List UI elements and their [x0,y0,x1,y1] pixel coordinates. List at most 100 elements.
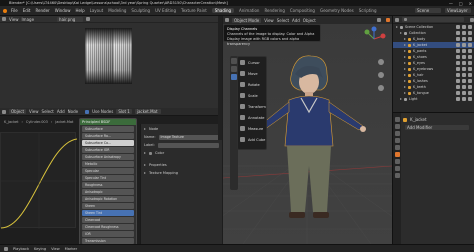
node-editor-type-icon[interactable] [2,109,6,114]
pan-icon[interactable] [378,72,384,78]
filter-icon[interactable] [456,97,460,101]
maximize-button[interactable]: □ [459,1,463,6]
eye-icon[interactable] [462,73,466,77]
close-button[interactable]: ✕ [469,1,472,6]
principled-bsdf-node[interactable]: Principled BSDF Subsurface Subsurface Ra.… [79,118,137,246]
eye-icon[interactable] [462,91,466,95]
bsdf-property-row[interactable]: Subsurface Co... [82,140,134,146]
workspace-tab-animation[interactable]: Animation [239,8,259,13]
outliner-type-icon[interactable] [395,17,399,22]
expand-triangle-icon[interactable] [396,26,398,28]
tool-menu-item-move[interactable]: Move [238,68,266,79]
workspace-tab-texture-paint[interactable]: Texture Paint [181,8,207,13]
filter-icon[interactable] [456,49,460,53]
blender-logo-icon[interactable] [3,8,7,13]
outliner-row[interactable]: Light [393,96,474,102]
node-color-row[interactable]: Color [144,150,219,156]
eye-icon[interactable] [462,97,466,101]
expand-triangle-icon[interactable] [404,68,406,70]
add-modifier-button[interactable]: Add Modifier [405,125,469,130]
camera-icon[interactable] [468,31,472,35]
properties-section-header[interactable]: Properties [144,162,219,168]
eye-icon[interactable] [462,79,466,83]
workspace-tab-sculpting[interactable]: Sculpting [131,8,150,13]
image-view-menu[interactable]: View [9,17,19,22]
node-add-menu[interactable]: Add [57,109,65,114]
tool-menu-item-measure[interactable]: Measure [238,123,266,134]
tool-menu-item-transform[interactable]: Transform [238,101,266,112]
node-sidebar-tabs[interactable] [218,16,222,140]
bsdf-property-row[interactable]: Anisotropic [82,189,134,195]
bsdf-property-row[interactable]: Clearcoat Roughness [82,224,134,230]
camera-icon[interactable] [468,37,472,41]
filter-icon[interactable] [456,25,460,29]
node-view-menu[interactable]: View [29,109,39,114]
viewport-add-menu[interactable]: Add [292,18,300,23]
workspace-tab-modeling[interactable]: Modeling [108,8,126,13]
render-tab-icon[interactable] [394,124,400,129]
menu-file[interactable]: File [11,8,18,13]
bsdf-property-row[interactable]: Sheen [82,203,134,209]
tool-menu-item-add-cube[interactable]: Add Cube [238,134,266,145]
menu-window[interactable]: Window [55,8,71,13]
expand-triangle-icon[interactable] [404,86,406,88]
menu-render[interactable]: Render [35,8,49,13]
camera-icon[interactable] [468,25,472,29]
eye-icon[interactable] [462,85,466,89]
timeline-type-icon[interactable] [4,246,8,251]
tool-menu-item-scale[interactable]: Scale [238,90,266,101]
eye-icon[interactable] [462,31,466,35]
viewport-view-menu[interactable]: View [264,18,274,23]
physics-tab-icon[interactable] [394,166,400,171]
tool-menu-item-cursor[interactable]: Cursor [238,57,266,68]
camera-icon[interactable] [468,61,472,65]
eye-icon[interactable] [462,67,466,71]
timeline-keying-menu[interactable]: Keying [34,247,46,251]
filter-icon[interactable] [470,17,474,22]
camera-icon[interactable] [468,67,472,71]
filter-icon[interactable] [456,37,460,41]
expand-triangle-icon[interactable] [404,44,406,46]
workspace-tab-compositing[interactable]: Compositing [290,8,315,13]
viewport-editor-type-icon[interactable] [225,18,229,22]
camera-icon[interactable] [468,55,472,59]
eye-icon[interactable] [462,49,466,53]
viewport-select-menu[interactable]: Select [277,18,289,23]
output-tab-icon[interactable] [394,131,400,136]
filter-icon[interactable] [456,43,460,47]
shading-mode-icon[interactable] [377,18,381,22]
use-nodes-checkbox[interactable] [85,109,90,114]
workspace-tab-rendering[interactable]: Rendering [264,8,284,13]
bsdf-property-row[interactable]: Specular Tint [82,175,134,181]
eye-icon[interactable] [462,43,466,47]
filter-icon[interactable] [456,91,460,95]
workspace-tab-layout[interactable]: Layout [90,8,104,13]
view-layer-selector[interactable]: ViewLayer [445,8,471,13]
scene-tab-icon[interactable] [394,138,400,143]
expand-triangle-icon[interactable] [404,38,406,40]
filter-icon[interactable] [456,73,460,77]
navigation-gizmo[interactable] [361,26,387,52]
particles-tab-icon[interactable] [394,159,400,164]
expand-triangle-icon[interactable] [400,32,402,34]
bsdf-property-row[interactable]: Subsurface IOR [82,147,134,153]
zoom-icon[interactable] [378,59,384,65]
timeline-playback-menu[interactable]: Playback [13,247,29,251]
camera-icon[interactable] [468,97,472,101]
tool-menu-item-annotate[interactable]: Annotate [238,112,266,123]
camera-icon[interactable] [468,91,472,95]
node-object-dropdown[interactable]: Object [9,109,27,114]
bsdf-property-row[interactable]: Specular [82,168,134,174]
eye-icon[interactable] [462,25,466,29]
material-preview-icon[interactable] [386,18,390,22]
image-selector[interactable]: hair.png [57,16,84,22]
expand-triangle-icon[interactable] [404,74,406,76]
workspace-tab-uv-editing[interactable]: UV Editing [155,8,176,13]
bsdf-property-row[interactable]: Subsurface [82,126,134,132]
node-select-menu[interactable]: Select [42,109,54,114]
camera-icon[interactable] [468,85,472,89]
node-label-field[interactable] [157,142,219,148]
camera-view-icon[interactable] [378,85,384,91]
material-tab-icon[interactable] [394,173,400,178]
filter-icon[interactable] [456,55,460,59]
